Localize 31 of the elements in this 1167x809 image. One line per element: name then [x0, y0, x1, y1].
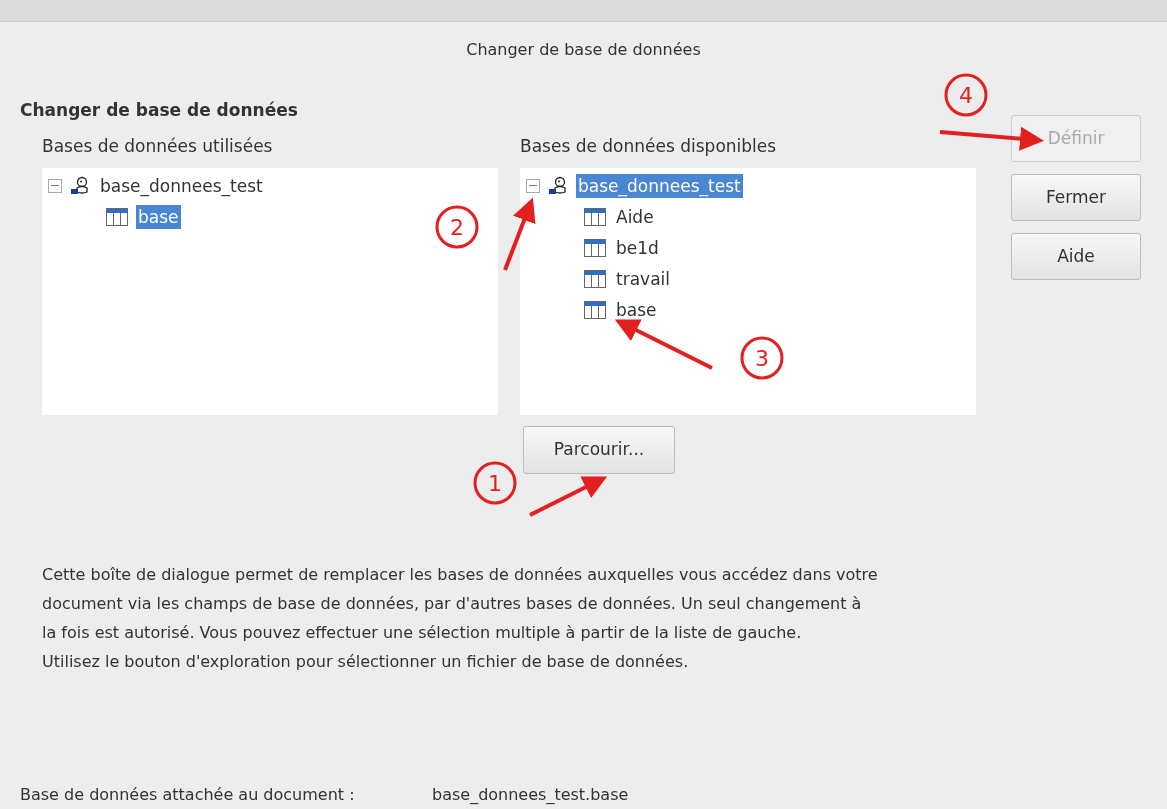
dialog-button[interactable]: Aide	[1011, 233, 1141, 280]
list-label: Bases de données utilisées	[42, 134, 274, 158]
table-icon	[584, 300, 606, 319]
tree-item[interactable]: base_donnees_test	[576, 173, 743, 198]
tree-item[interactable]: travail	[614, 266, 672, 291]
table-icon	[584, 207, 606, 226]
callout-badge: 4	[944, 73, 988, 117]
database-user-icon	[70, 175, 90, 196]
description-text: Utilisez le bouton d'exploration pour sélectionner un fichier de base de données.	[42, 651, 690, 673]
description-text: Cette boîte de dialogue permet de remplacer les bases de données auxquelles vous accédez dans votre document via les champs de base de données, par d'autres bases de données. Un seul changement à la fois est autorisé. Vous pouvez effectuer une sélection multiple à partir de la liste de gauche.	[42, 564, 879, 644]
table-icon	[584, 269, 606, 288]
callout-badge: 1	[473, 461, 517, 505]
tree-item[interactable]: base	[136, 204, 181, 229]
tree-item[interactable]: be1d	[614, 235, 661, 260]
browse-button[interactable]: Parcourir...	[523, 426, 675, 474]
table-icon	[584, 238, 606, 257]
list-label: Bases de données disponibles	[520, 134, 778, 158]
callout-badge: 2	[435, 205, 479, 249]
dialog-button[interactable]: Fermer	[1011, 174, 1141, 221]
section-title: Changer de base de données	[20, 99, 299, 122]
tree-item[interactable]: Aide	[614, 204, 656, 229]
callout-badge: 3	[740, 336, 784, 380]
table-icon	[106, 207, 128, 226]
dialog-title: Changer de base de données	[466, 39, 701, 61]
database-user-icon	[548, 175, 568, 196]
tree-item[interactable]: base_donnees_test	[98, 173, 265, 198]
attached-value: base_donnees_test.base	[432, 784, 629, 806]
attached-label: Base de données attachée au document :	[20, 784, 356, 806]
collapse-toggle[interactable]	[48, 178, 62, 193]
tree-item[interactable]: base	[614, 297, 659, 322]
collapse-toggle[interactable]	[526, 178, 540, 193]
